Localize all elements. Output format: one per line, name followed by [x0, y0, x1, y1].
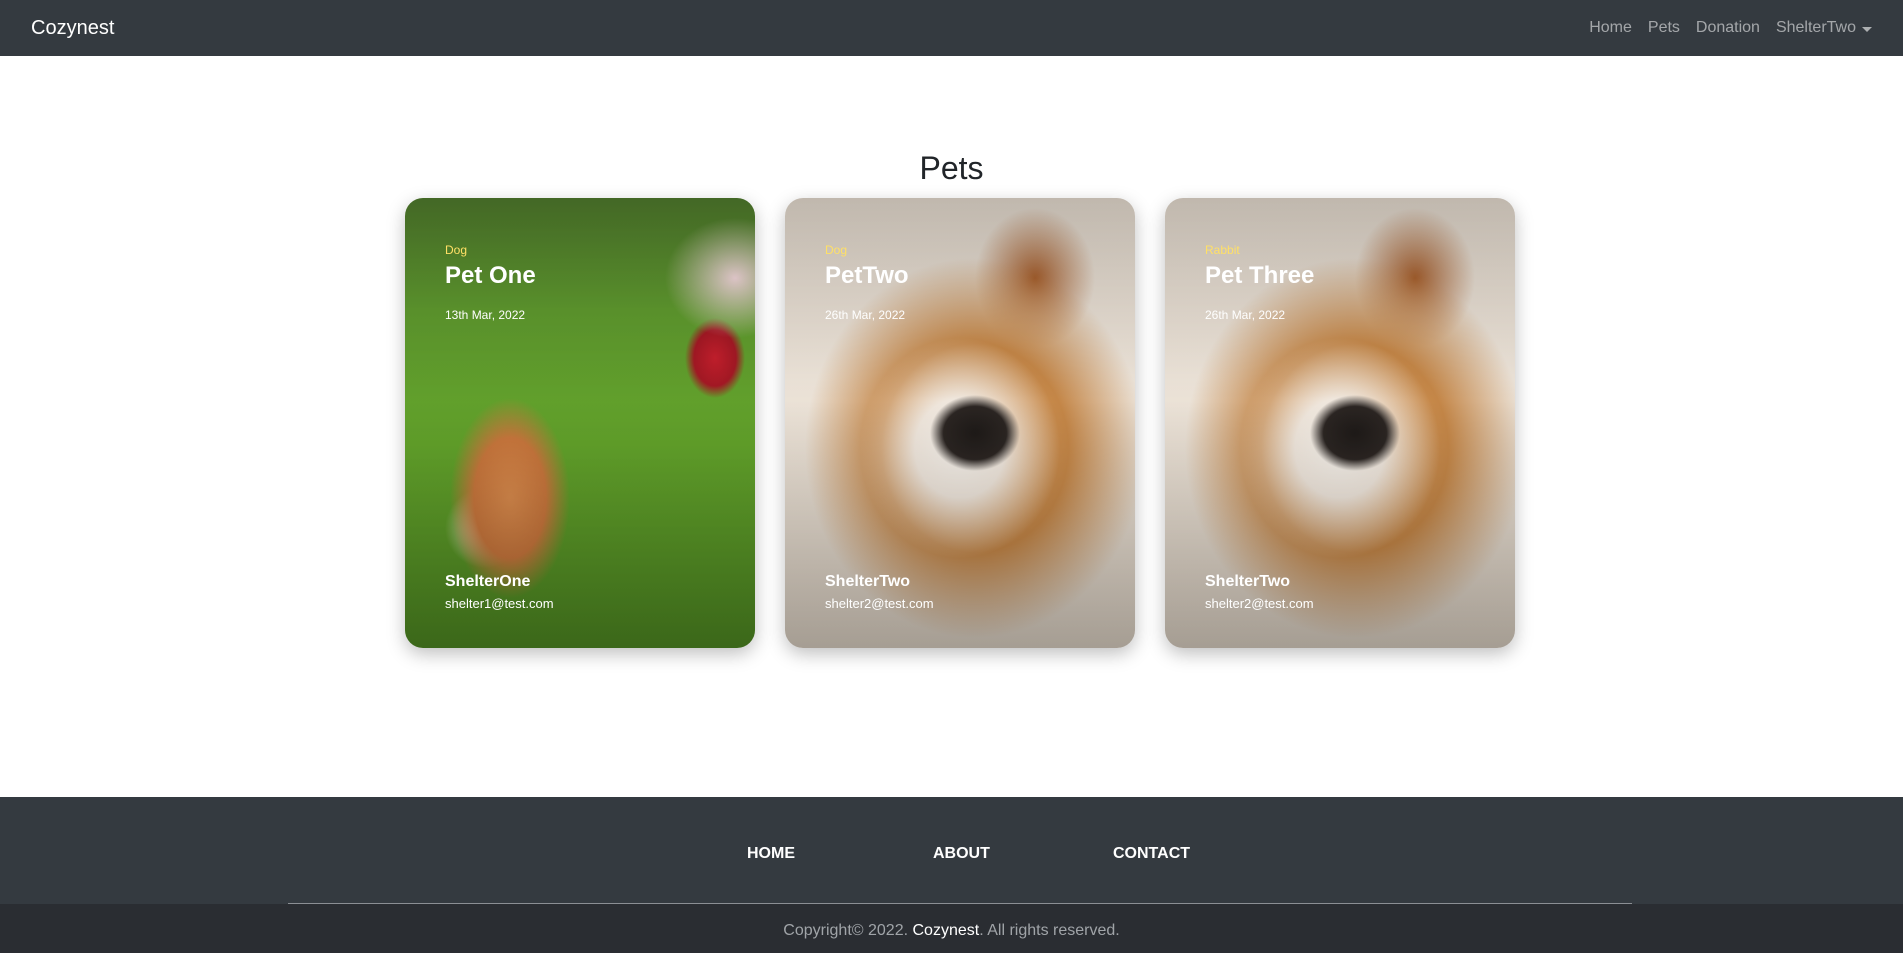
caret-down-icon — [1862, 26, 1872, 32]
copyright-suffix: . All rights reserved. — [979, 922, 1120, 939]
page-title: Pets — [919, 150, 984, 186]
shelter-email: shelter2@test.com — [1205, 596, 1314, 611]
shelter-email: shelter2@test.com — [825, 596, 934, 611]
footer-link-contact[interactable]: CONTACT — [1113, 845, 1190, 863]
pet-card[interactable]: Dog Pet One 13th Mar, 2022 ShelterOne sh… — [405, 198, 755, 648]
pet-name: PetTwo — [825, 262, 909, 289]
shelter-name: ShelterOne — [445, 573, 531, 590]
top-navbar: Cozynest Home Pets Donation ShelterTwo — [0, 0, 1903, 56]
pet-date: 26th Mar, 2022 — [1205, 308, 1286, 322]
pet-name: Pet One — [445, 262, 536, 289]
pet-card[interactable]: Rabbit Pet Three 26th Mar, 2022 ShelterT… — [1165, 198, 1515, 648]
footer: HOME ABOUT CONTACT — [0, 797, 1903, 904]
pet-type: Rabbit — [1205, 243, 1240, 257]
copyright-brand: Cozynest — [912, 922, 980, 939]
pet-type: Dog — [825, 243, 848, 257]
pet-date: 13th Mar, 2022 — [445, 308, 526, 322]
pet-type: Dog — [445, 243, 468, 257]
nav-link-donation[interactable]: Donation — [1696, 19, 1760, 37]
footer-link-about[interactable]: ABOUT — [933, 845, 990, 863]
pet-name: Pet Three — [1205, 262, 1315, 289]
user-menu-label: ShelterTwo — [1775, 19, 1856, 36]
copyright-bar: Copyright© 2022. Cozynest. All rights re… — [0, 904, 1903, 953]
shelter-name: ShelterTwo — [1205, 573, 1291, 590]
nav-link-home[interactable]: Home — [1589, 19, 1632, 37]
nav-link-pets[interactable]: Pets — [1648, 19, 1680, 37]
pet-card[interactable]: Dog PetTwo 26th Mar, 2022 ShelterTwo she… — [785, 198, 1135, 648]
pet-date: 26th Mar, 2022 — [825, 308, 906, 322]
brand-logo[interactable]: Cozynest — [31, 17, 114, 40]
nav-links: Home Pets Donation ShelterTwo — [1573, 19, 1872, 37]
shelter-name: ShelterTwo — [825, 573, 911, 590]
copyright-prefix: Copyright© 2022. — [783, 922, 909, 939]
shelter-email: shelter1@test.com — [445, 596, 554, 611]
user-menu-dropdown[interactable]: ShelterTwo — [1776, 19, 1872, 37]
footer-link-home[interactable]: HOME — [747, 845, 795, 863]
